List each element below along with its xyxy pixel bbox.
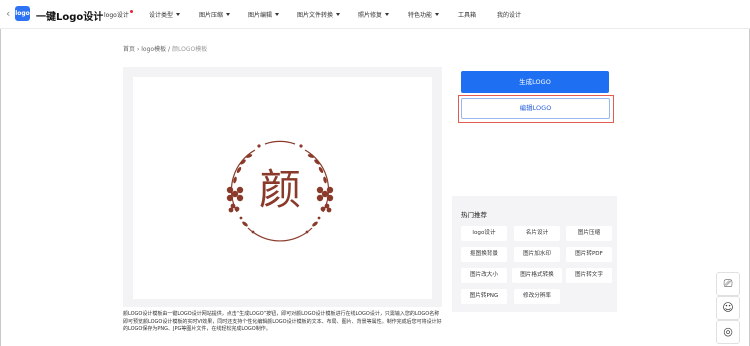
nav-item-file-convert[interactable]: 图片文件转换 — [297, 10, 341, 19]
nav-item-features[interactable]: 特色功能 — [408, 10, 440, 19]
tag-cutout-background[interactable]: 抠图换背景 — [461, 247, 507, 262]
logo-emblem: 颜 — [226, 140, 334, 242]
nav-item-image-compress[interactable]: 图片压缩 — [199, 10, 231, 19]
new-dot-icon — [129, 10, 133, 13]
tag-image-to-text[interactable]: 图片转文字 — [566, 268, 612, 283]
template-description: 颜LOGO设计模板由一键LOGO设计网站提供，点击“生成LOGO”按钮，即可对颜… — [123, 311, 442, 332]
tag-image-compress[interactable]: 图片压缩 — [566, 226, 612, 241]
breadcrumb-home[interactable]: 首页 — [123, 46, 135, 53]
hot-recommend-title: 热门推荐 — [461, 211, 487, 219]
back-arrow-icon[interactable]: ‹ — [6, 7, 10, 20]
nav-item-logo-design[interactable]: logo设计 — [104, 10, 133, 19]
chevron-down-icon — [176, 13, 181, 16]
top-nav: ‹ logo 一键Logo设计 logo设计 设计类型 图片压缩 图片编辑 图片… — [0, 0, 750, 29]
tag-image-to-png[interactable]: 图片转PNG — [461, 289, 507, 304]
chevron-down-icon — [385, 13, 390, 16]
nav-item-design-type[interactable]: 设计类型 — [149, 10, 181, 19]
breadcrumb-current: 颜LOGO模板 — [171, 46, 208, 53]
chevron-down-icon — [226, 13, 231, 16]
chevron-down-icon — [336, 13, 341, 16]
flower-left — [226, 186, 244, 213]
tag-card-design[interactable]: 名片设计 — [514, 226, 560, 241]
site-logo-icon[interactable]: logo — [15, 6, 30, 21]
generate-logo-button[interactable]: 生成LOGO — [461, 71, 609, 93]
nav-item-toolbox[interactable]: 工具箱 — [458, 10, 476, 19]
smile-icon[interactable]: ☺ — [716, 296, 740, 320]
tag-image-to-pdf[interactable]: 图片转PDF — [566, 247, 612, 262]
edit-logo-button[interactable]: 编辑LOGO — [461, 98, 610, 119]
tag-resize-image[interactable]: 图片改大小 — [461, 268, 507, 283]
nav-item-my-designs[interactable]: 我的设计 — [497, 10, 521, 19]
chevron-down-icon — [435, 13, 440, 16]
tag-add-watermark[interactable]: 图片加水印 — [514, 247, 560, 262]
feedback-icon[interactable]: ⎚ — [716, 272, 740, 296]
brand-name[interactable]: 一键Logo设计 — [36, 8, 103, 23]
breadcrumb-section[interactable]: logo模板 — [141, 46, 166, 53]
tag-logo-design[interactable]: logo设计 — [461, 226, 507, 241]
nav-item-image-edit[interactable]: 图片编辑 — [248, 10, 280, 19]
breadcrumb: 首页 › logo模板 / 颜LOGO模板 — [123, 46, 208, 53]
flower-right — [316, 186, 334, 213]
tag-change-resolution[interactable]: 修改分辨率 — [514, 289, 560, 304]
logo-glyph: 颜 — [259, 165, 301, 214]
support-icon[interactable]: ◎ — [716, 320, 740, 344]
tag-format-convert[interactable]: 图片格式转换 — [512, 268, 562, 283]
chevron-down-icon — [275, 13, 280, 16]
nav-item-photo-repair[interactable]: 照片修复 — [358, 10, 390, 19]
